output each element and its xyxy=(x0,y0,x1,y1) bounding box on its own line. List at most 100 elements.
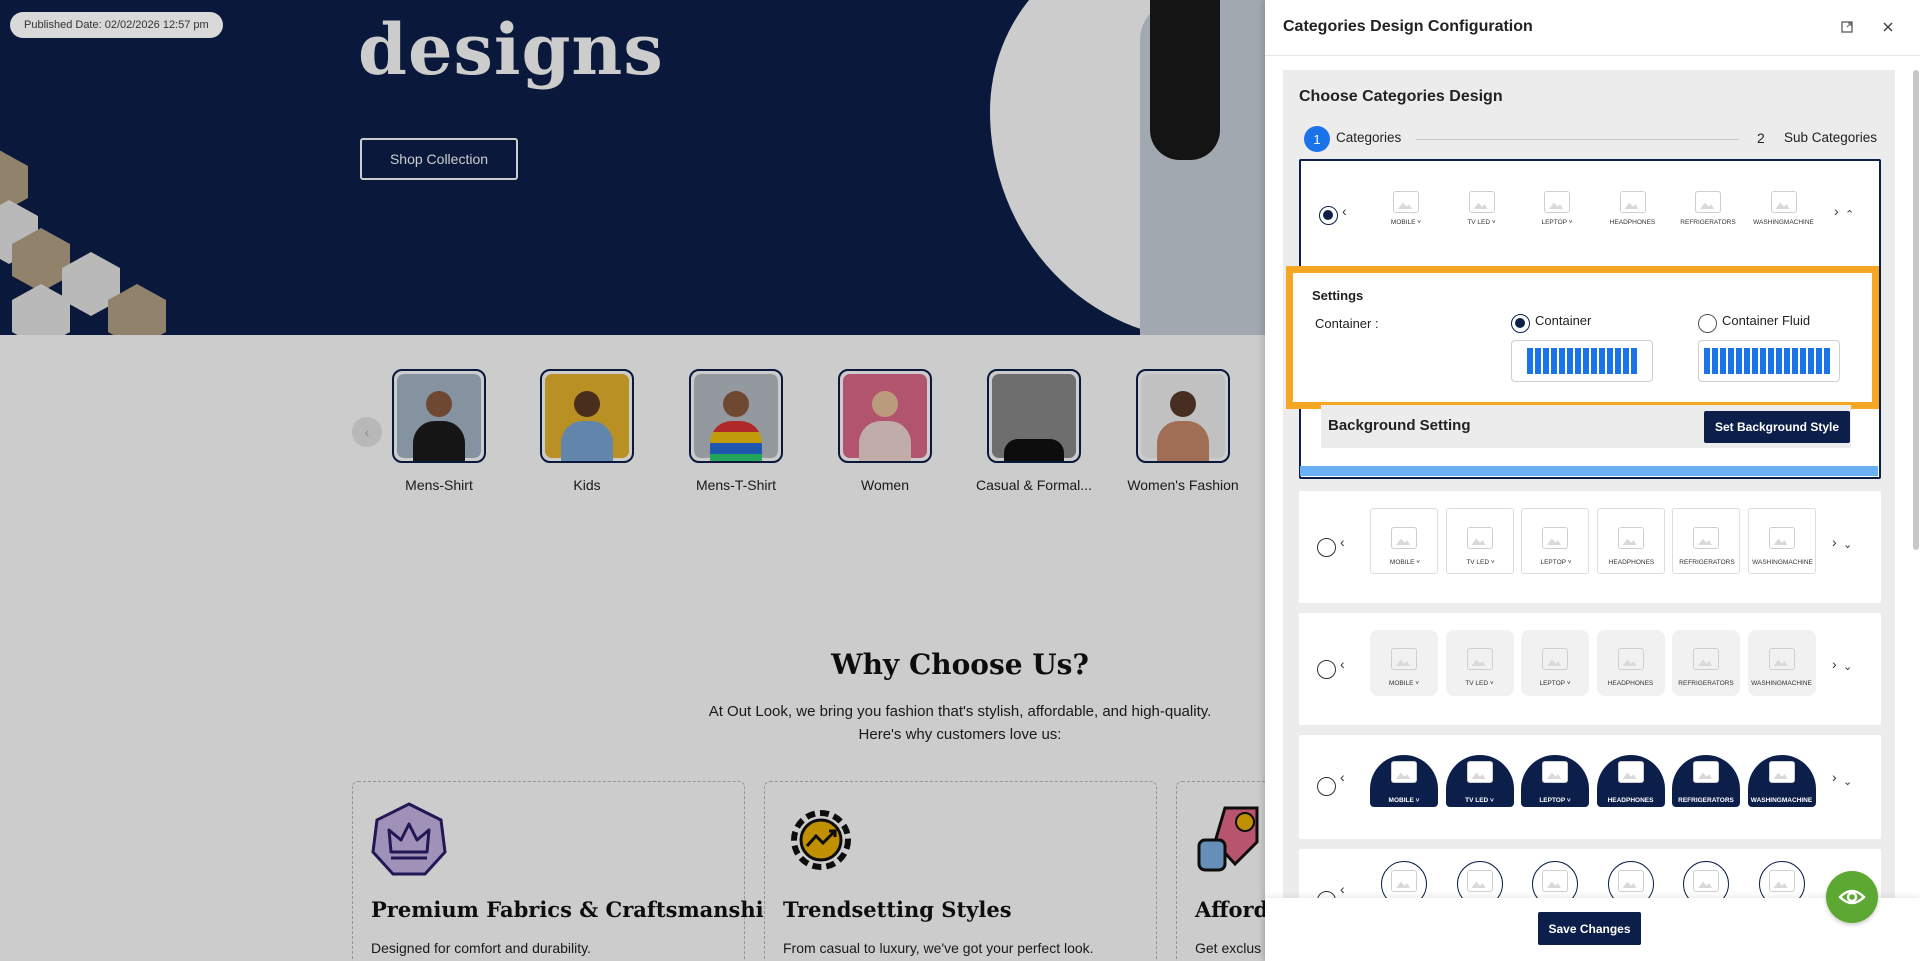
container-option-label[interactable]: Container xyxy=(1535,313,1591,328)
container-radio[interactable] xyxy=(1511,314,1530,333)
category-tile[interactable]: TV LED ˅ xyxy=(1448,191,1516,257)
category-tile[interactable]: WASHINGMACHINE xyxy=(1747,755,1816,807)
carousel-next-icon: › xyxy=(1832,656,1837,672)
design-option-2[interactable]: ‹ › ⌄ MOBILE ˅ TV LED ˅ LEPTOP ˅ HEADPHONES… xyxy=(1299,491,1881,603)
design-radio-3[interactable] xyxy=(1317,660,1336,679)
step-1-indicator[interactable]: 1 xyxy=(1304,126,1330,152)
carousel-prev-icon: ‹ xyxy=(1340,656,1345,672)
image-placeholder-icon xyxy=(1542,761,1568,783)
image-placeholder-icon xyxy=(1693,527,1719,549)
category-tile[interactable]: WASHINGMACHINE xyxy=(1747,508,1816,574)
step-connector xyxy=(1416,139,1739,140)
category-tile[interactable]: MOBILE ˅ xyxy=(1372,191,1440,257)
tile-label: REFRIGERATORS xyxy=(1678,797,1734,804)
step-2-label[interactable]: Sub Categories xyxy=(1784,130,1877,145)
carousel-prev-icon: ‹ xyxy=(1340,534,1345,550)
design-radio-1[interactable] xyxy=(1319,206,1338,225)
save-changes-button[interactable]: Save Changes xyxy=(1538,912,1641,945)
design-radio-2[interactable] xyxy=(1317,538,1336,557)
step-1-label[interactable]: Categories xyxy=(1336,130,1401,145)
image-placeholder-icon xyxy=(1542,527,1568,549)
category-tile[interactable]: TV LED ˅ xyxy=(1445,755,1514,807)
category-tile[interactable]: TV LED ˅ xyxy=(1445,508,1514,574)
image-placeholder-icon xyxy=(1466,527,1493,549)
carousel-next-icon: › xyxy=(1832,534,1837,550)
tile-label: HEADPHONES xyxy=(1609,219,1656,226)
category-tile[interactable]: WASHINGMACHINE xyxy=(1747,630,1816,696)
category-tile[interactable]: MOBILE ˅ xyxy=(1370,755,1438,807)
step-2-indicator[interactable]: 2 xyxy=(1757,130,1765,146)
chevron-down-icon[interactable]: ⌄ xyxy=(1843,660,1852,673)
container-fluid-radio[interactable] xyxy=(1698,314,1717,333)
chevron-down-icon[interactable]: ⌄ xyxy=(1843,775,1852,788)
category-tile[interactable]: REFRIGERATORS xyxy=(1674,191,1742,257)
design-option-4[interactable]: ‹ › ⌄ MOBILE ˅ TV LED ˅ LEPTOP ˅ HEADPHONES… xyxy=(1299,735,1881,839)
category-tile[interactable]: HEADPHONES xyxy=(1596,508,1665,574)
published-date-badge: Published Date: 02/02/2026 12:57 pm xyxy=(10,12,223,38)
panel-scrollbar[interactable] xyxy=(1913,70,1919,550)
background-setting-title: Background Setting xyxy=(1328,417,1471,434)
category-tile[interactable]: TV LED ˅ xyxy=(1445,630,1514,696)
tile-label: LEPTOP ˅ xyxy=(1541,219,1573,226)
chevron-down-icon[interactable]: ⌄ xyxy=(1843,538,1852,551)
chevron-up-icon[interactable]: ⌃ xyxy=(1845,208,1854,221)
modal-backdrop[interactable] xyxy=(0,0,1265,961)
image-placeholder-icon xyxy=(1695,191,1721,213)
category-tile[interactable] xyxy=(1683,861,1729,900)
tile-label: MOBILE ˅ xyxy=(1390,219,1422,226)
design-option-5[interactable]: ‹ xyxy=(1299,849,1881,900)
set-background-style-button[interactable]: Set Background Style xyxy=(1704,411,1850,443)
container-fluid-preview[interactable] xyxy=(1698,340,1840,382)
carousel-next-icon: › xyxy=(1832,769,1837,785)
image-placeholder-icon xyxy=(1768,648,1795,670)
carousel-prev-icon: ‹ xyxy=(1342,203,1347,219)
category-tile[interactable]: HEADPHONES xyxy=(1599,191,1667,257)
image-placeholder-icon xyxy=(1391,761,1417,783)
image-placeholder-icon xyxy=(1693,761,1719,783)
expand-icon[interactable] xyxy=(1838,18,1856,36)
category-tile[interactable]: MOBILE ˅ xyxy=(1370,508,1438,574)
image-placeholder-icon xyxy=(1693,648,1719,670)
category-tile[interactable]: HEADPHONES xyxy=(1596,755,1665,807)
tile-label: LEPTOP ˅ xyxy=(1540,559,1572,566)
image-placeholder-icon xyxy=(1466,761,1493,783)
background-setting: Background Setting Set Background Style xyxy=(1321,405,1851,448)
image-placeholder-icon xyxy=(1466,870,1493,892)
tile-label: LEPTOP ˅ xyxy=(1539,797,1571,804)
storefront-preview: designs Shop Collection ‹ Mens-Shirt Kid… xyxy=(0,0,1265,961)
category-tile[interactable] xyxy=(1456,861,1503,900)
close-icon[interactable] xyxy=(1879,18,1897,36)
preview-eye-button[interactable] xyxy=(1826,871,1878,923)
image-placeholder-icon xyxy=(1542,648,1568,670)
category-tile[interactable]: REFRIGERATORS xyxy=(1672,630,1740,696)
image-placeholder-icon xyxy=(1391,527,1417,549)
design-option-3[interactable]: ‹ › ⌄ MOBILE ˅ TV LED ˅ LEPTOP ˅ HEADPHONES… xyxy=(1299,613,1881,725)
image-placeholder-icon xyxy=(1770,191,1797,213)
category-tile[interactable]: REFRIGERATORS xyxy=(1672,508,1740,574)
category-tile[interactable]: LEPTOP ˅ xyxy=(1521,755,1589,807)
category-tile[interactable] xyxy=(1607,861,1654,900)
eye-icon xyxy=(1838,889,1866,905)
category-tile[interactable] xyxy=(1758,861,1805,900)
design-radio-4[interactable] xyxy=(1317,777,1336,796)
container-label: Container : xyxy=(1315,316,1379,331)
image-placeholder-icon xyxy=(1391,870,1417,892)
category-tile[interactable]: WASHINGMACHINE xyxy=(1750,191,1818,257)
category-tile[interactable]: LEPTOP ˅ xyxy=(1523,191,1591,257)
tile-label: TV LED ˅ xyxy=(1466,559,1495,566)
category-tile[interactable]: MOBILE ˅ xyxy=(1370,630,1438,696)
category-tile[interactable]: REFRIGERATORS xyxy=(1672,755,1740,807)
image-placeholder-icon xyxy=(1768,527,1795,549)
container-fluid-option-label[interactable]: Container Fluid xyxy=(1722,313,1810,328)
category-tile[interactable]: HEADPHONES xyxy=(1596,630,1665,696)
container-preview[interactable] xyxy=(1511,340,1653,382)
category-tile[interactable]: LEPTOP ˅ xyxy=(1521,630,1589,696)
image-placeholder-icon xyxy=(1617,648,1644,670)
settings-title: Settings xyxy=(1312,288,1364,303)
category-tile[interactable] xyxy=(1381,861,1427,900)
tile-label: TV LED ˅ xyxy=(1467,219,1496,226)
tile-label: REFRIGERATORS xyxy=(1679,559,1735,566)
tile-label: REFRIGERATORS xyxy=(1678,680,1734,687)
category-tile[interactable] xyxy=(1532,861,1578,900)
category-tile[interactable]: LEPTOP ˅ xyxy=(1521,508,1589,574)
